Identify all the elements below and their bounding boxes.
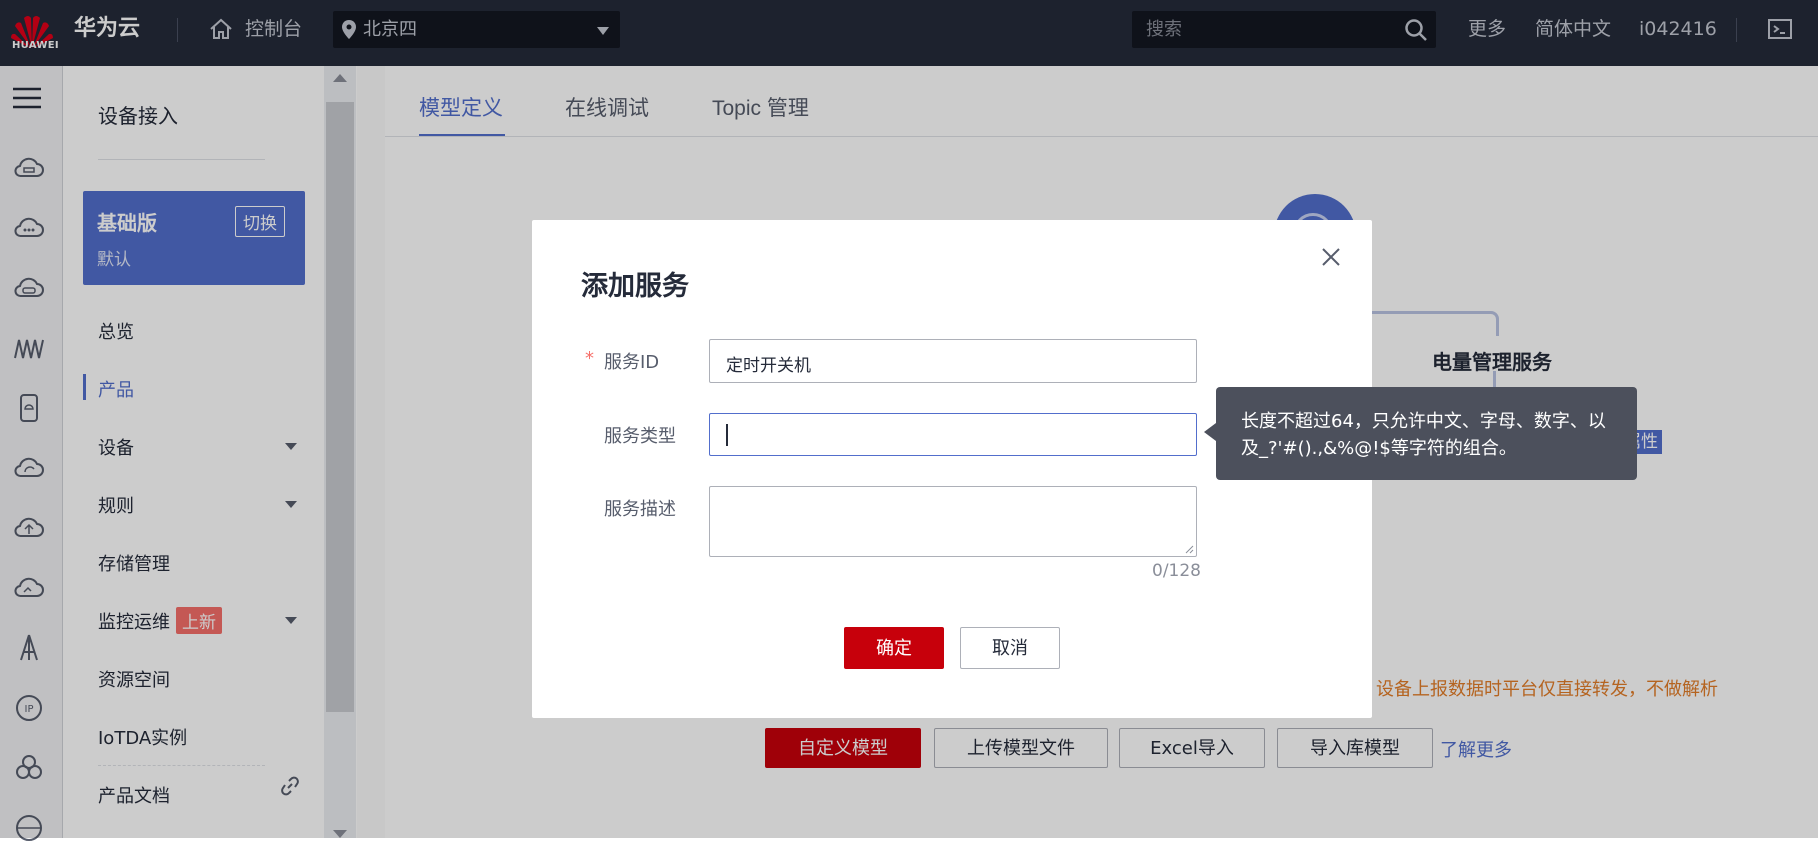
service-id-label: 服务ID bbox=[604, 352, 660, 373]
service-type-input[interactable] bbox=[709, 413, 1197, 456]
tooltip-arrow bbox=[1204, 423, 1216, 441]
service-desc-textarea[interactable] bbox=[709, 486, 1197, 557]
confirm-button[interactable]: 确定 bbox=[844, 627, 944, 669]
validation-tooltip: 长度不超过64，只允许中文、字母、数字、以 及_?'#().,&%@!$等字符的… bbox=[1216, 387, 1637, 480]
close-icon[interactable] bbox=[1322, 248, 1340, 266]
cancel-button[interactable]: 取消 bbox=[960, 627, 1060, 669]
service-type-label: 服务类型 bbox=[604, 426, 676, 447]
service-desc-label: 服务描述 bbox=[604, 499, 676, 520]
tooltip-line-1: 长度不超过64，只允许中文、字母、数字、以 bbox=[1241, 411, 1606, 432]
text-cursor bbox=[726, 424, 728, 446]
service-id-value: 定时开关机 bbox=[726, 356, 811, 376]
dialog-title: 添加服务 bbox=[581, 271, 689, 302]
char-counter: 0/128 bbox=[1152, 561, 1201, 581]
resize-handle-icon[interactable] bbox=[1184, 544, 1194, 554]
tooltip-line-2: 及_?'#().,&%@!$等字符的组合。 bbox=[1241, 438, 1517, 459]
required-asterisk: * bbox=[585, 348, 594, 369]
service-id-input[interactable]: 定时开关机 bbox=[709, 339, 1197, 383]
